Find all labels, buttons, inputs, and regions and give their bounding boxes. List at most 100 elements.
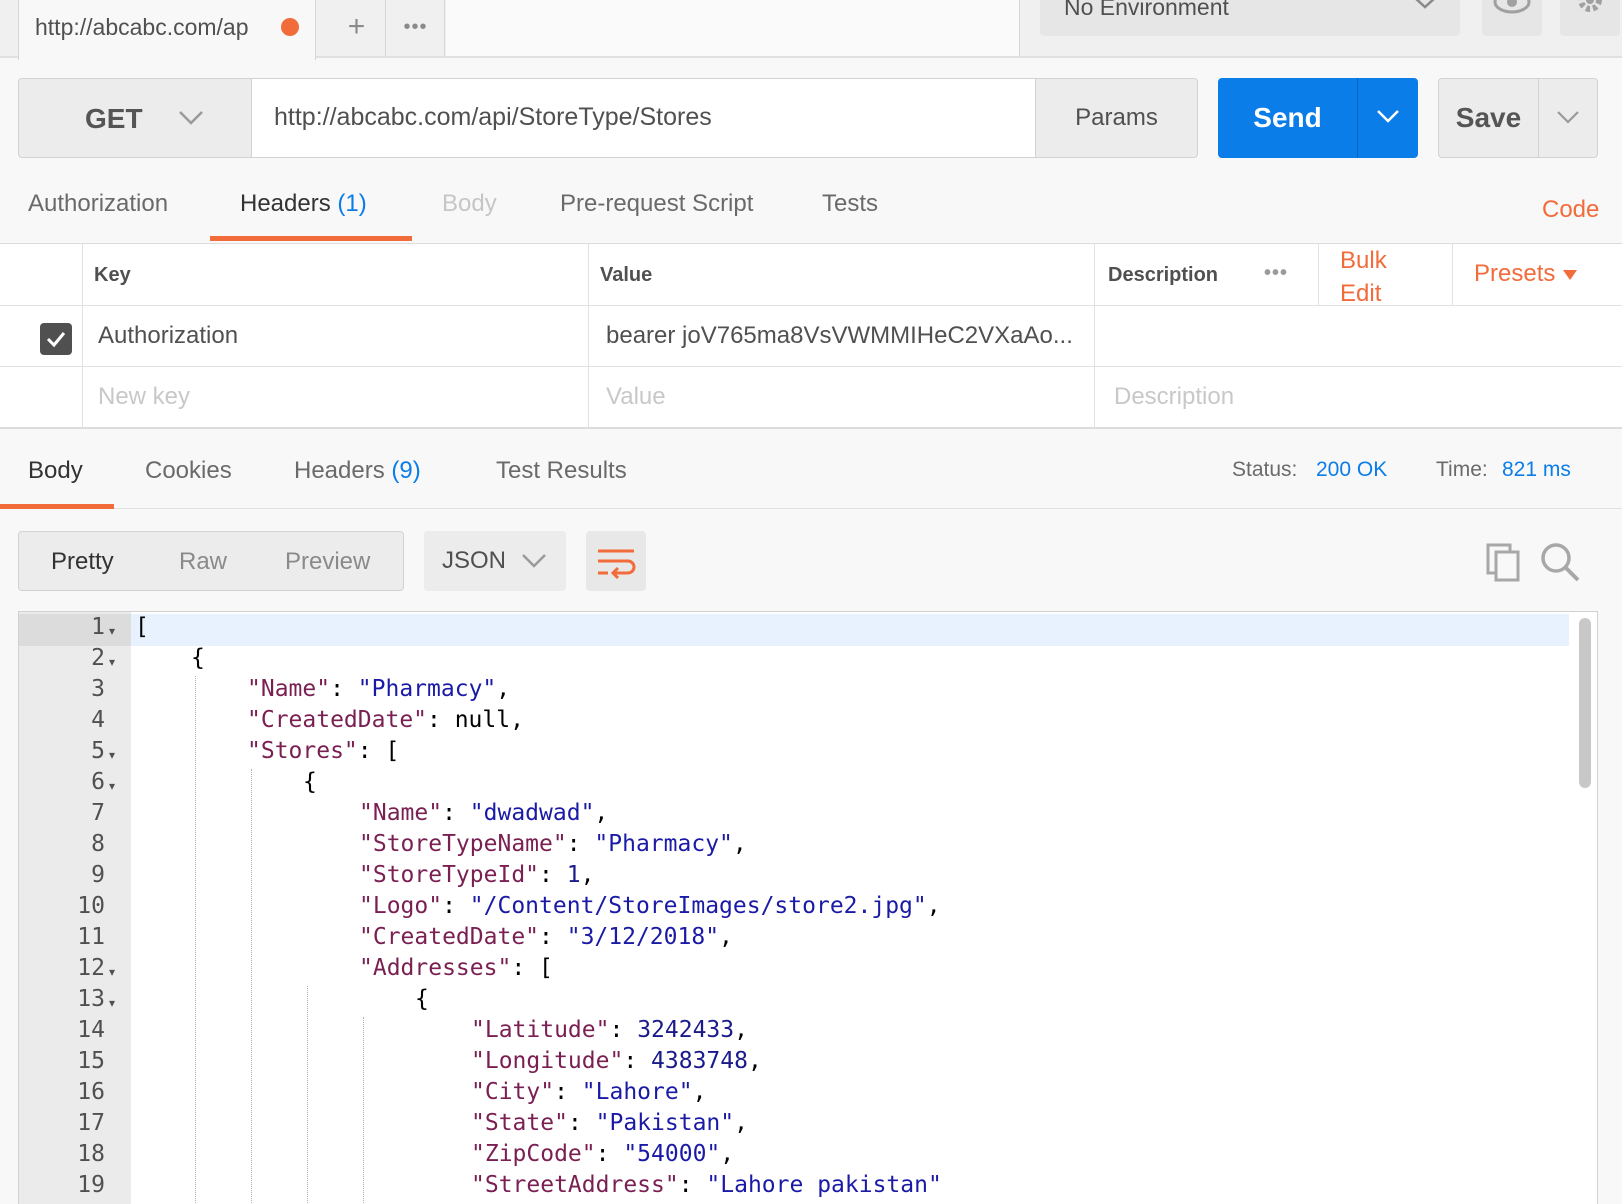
line-number: 7 xyxy=(91,800,105,826)
new-description-input[interactable]: Description xyxy=(1114,383,1234,411)
json-string: "54000" xyxy=(623,1141,721,1167)
column-header-value: Value xyxy=(600,264,653,286)
status-label: Status: xyxy=(1232,458,1298,481)
indent-guide xyxy=(307,986,308,1203)
view-mode-pretty[interactable]: Pretty xyxy=(51,548,114,576)
json-key: "Stores" xyxy=(247,738,358,764)
indent-guide xyxy=(195,676,196,1203)
code-line: "ZipCode": "54000", xyxy=(471,1141,734,1167)
search-icon[interactable] xyxy=(1538,540,1582,584)
fold-toggle-icon[interactable]: ▾ xyxy=(109,748,115,762)
eye-icon xyxy=(1493,0,1531,14)
response-body-editor[interactable]: 1 ▾ [2 ▾ {3 "Name": "Pharmacy", 4 "CreatedDate"… xyxy=(18,611,1598,1204)
json-string: "Pharmacy" xyxy=(594,831,733,857)
manage-environments-button[interactable] xyxy=(1560,0,1620,36)
header-key-field[interactable]: Authorization xyxy=(98,322,238,350)
chevron-down-icon xyxy=(1415,0,1435,9)
active-line-highlight xyxy=(19,614,1569,646)
json-punctuation: : [ xyxy=(511,955,553,981)
json-key: "Latitude" xyxy=(471,1017,610,1043)
bulk-edit-link[interactable]: Bulk Edit xyxy=(1340,244,1387,310)
environment-quick-look-button[interactable] xyxy=(1482,0,1542,36)
json-key: "Name" xyxy=(247,676,331,702)
code-line: "State": "Pakistan", xyxy=(471,1110,748,1136)
response-tab-headers-count: (9) xyxy=(391,457,421,484)
json-key: "CreatedDate" xyxy=(359,924,540,950)
line-number: 13 xyxy=(77,986,105,1012)
column-divider xyxy=(1094,244,1095,428)
send-button[interactable]: Send xyxy=(1218,78,1418,158)
header-enabled-checkbox[interactable] xyxy=(40,323,72,355)
new-value-input[interactable]: Value xyxy=(606,383,666,411)
json-punctuation: { xyxy=(303,769,317,795)
tab-headers-count: (1) xyxy=(337,190,367,217)
column-options-button[interactable]: ••• xyxy=(1264,262,1288,285)
presets-dropdown[interactable]: Presets xyxy=(1474,260,1578,288)
tab-more-button[interactable]: ••• xyxy=(387,0,445,56)
fold-toggle-icon[interactable]: ▾ xyxy=(109,624,115,638)
code-line: "Longitude": 4383748, xyxy=(471,1048,762,1074)
code-line: { xyxy=(415,986,429,1012)
copy-icon[interactable] xyxy=(1484,541,1524,583)
json-string: "Lahore pakistan" xyxy=(706,1172,942,1198)
code-link[interactable]: Code xyxy=(1542,196,1599,224)
json-punctuation: , xyxy=(720,1141,735,1167)
chevron-down-icon xyxy=(522,554,546,568)
column-header-description: Description xyxy=(1108,264,1219,286)
fold-toggle-icon[interactable]: ▾ xyxy=(109,655,115,669)
save-options-chevron-icon[interactable] xyxy=(1555,105,1581,129)
params-button[interactable]: Params xyxy=(1035,78,1198,158)
line-number: 12 xyxy=(77,955,105,981)
response-tab-body[interactable]: Body xyxy=(28,457,83,485)
json-punctuation: [ xyxy=(135,614,149,640)
environment-select[interactable]: No Environment xyxy=(1040,0,1460,36)
code-line: "StoreTypeId": 1, xyxy=(359,862,594,888)
time-value: 821 ms xyxy=(1502,458,1571,481)
json-punctuation: : xyxy=(595,1141,624,1167)
send-options-chevron-icon[interactable] xyxy=(1375,104,1401,128)
response-tab-headers[interactable]: Headers (9) xyxy=(294,457,421,485)
view-mode-raw[interactable]: Raw xyxy=(179,548,227,576)
save-button[interactable]: Save xyxy=(1438,78,1598,158)
new-key-input[interactable]: New key xyxy=(98,383,190,411)
json-key: "StreetAddress" xyxy=(471,1172,679,1198)
json-punctuation: , xyxy=(580,862,595,888)
format-select[interactable]: JSON xyxy=(424,531,566,591)
tab-tests[interactable]: Tests xyxy=(822,190,878,218)
json-punctuation: : xyxy=(539,924,567,950)
tab-body[interactable]: Body xyxy=(442,190,497,218)
json-string: "Pakistan" xyxy=(595,1110,735,1136)
request-tab[interactable]: http://abcabc.com/ap xyxy=(18,0,316,60)
tab-headers[interactable]: Headers (1) xyxy=(240,190,367,218)
tab-prerequest-script[interactable]: Pre-request Script xyxy=(560,190,753,218)
line-number: 2 xyxy=(91,645,105,671)
send-label: Send xyxy=(1218,78,1358,158)
line-number: 8 xyxy=(91,831,105,857)
fold-toggle-icon[interactable]: ▾ xyxy=(109,779,115,793)
response-tab-test-results[interactable]: Test Results xyxy=(496,457,627,485)
fold-toggle-icon[interactable]: ▾ xyxy=(109,965,115,979)
fold-toggle-icon[interactable]: ▾ xyxy=(109,996,115,1010)
code-line: "StoreTypeName": "Pharmacy", xyxy=(359,831,747,857)
code-line: { xyxy=(303,769,317,795)
new-tab-button[interactable]: + xyxy=(328,0,386,56)
wrap-lines-button[interactable] xyxy=(586,531,646,591)
vertical-scrollbar[interactable] xyxy=(1579,618,1591,788)
gear-icon xyxy=(1578,0,1602,12)
json-number: 4383748 xyxy=(651,1048,748,1074)
tab-authorization[interactable]: Authorization xyxy=(28,190,168,218)
json-punctuation: , xyxy=(747,1048,762,1074)
view-mode-preview[interactable]: Preview xyxy=(285,548,370,576)
json-punctuation: { xyxy=(191,645,205,671)
column-divider xyxy=(1452,244,1453,305)
json-key: "Longitude" xyxy=(471,1048,624,1074)
json-number: 1 xyxy=(566,862,581,888)
response-tab-cookies[interactable]: Cookies xyxy=(145,457,232,485)
save-label: Save xyxy=(1439,79,1539,157)
json-punctuation: : xyxy=(609,1017,638,1043)
url-input[interactable]: http://abcabc.com/api/StoreType/Stores xyxy=(251,78,1036,158)
header-value-field[interactable]: bearer joV765ma8VsVWMMIHeC2VXaAo... xyxy=(606,322,1073,350)
json-key: "CreatedDate" xyxy=(247,707,428,733)
json-number: 3242433 xyxy=(637,1017,735,1043)
method-select[interactable]: GET xyxy=(18,78,252,158)
